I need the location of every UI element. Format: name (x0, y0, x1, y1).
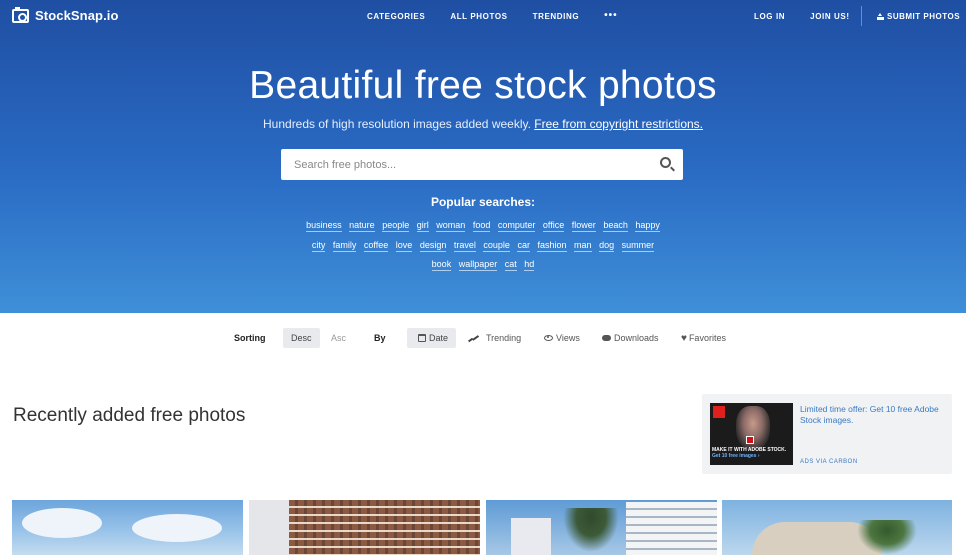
tag-link[interactable]: beach (603, 219, 628, 232)
tag-link[interactable]: business (306, 219, 342, 232)
logo[interactable]: StockSnap.io (12, 6, 119, 23)
photo-building (289, 500, 480, 555)
tag-link[interactable]: girl (416, 219, 429, 232)
login-link[interactable]: LOG IN (754, 12, 785, 21)
top-nav: StockSnap.io CATEGORIES ALL PHOTOS TREND… (0, 0, 966, 32)
tag-link[interactable]: computer (497, 219, 536, 232)
sort-date-label: Date (429, 333, 449, 343)
tag-link[interactable]: food (472, 219, 491, 232)
more-menu-icon[interactable]: ••• (604, 11, 618, 21)
tag-link[interactable]: office (542, 219, 565, 232)
photo-palm (857, 520, 917, 555)
sort-bar: Sorting Desc Asc By Date Trending Views … (0, 328, 966, 348)
nav-categories[interactable]: CATEGORIES (367, 12, 425, 21)
search-input[interactable] (281, 158, 641, 171)
tag-link[interactable]: cat (504, 258, 517, 271)
sort-views-button[interactable]: Views (544, 328, 580, 348)
hero: StockSnap.io CATEGORIES ALL PHOTOS TREND… (0, 0, 966, 313)
ad-copy-link[interactable]: Limited time offer: Get 10 free Adobe St… (800, 404, 940, 426)
nav-trending[interactable]: TRENDING (533, 12, 580, 21)
account-nav: LOG IN JOIN US! (754, 12, 850, 21)
tag-link[interactable]: woman (436, 219, 466, 232)
photo-thumbnail[interactable] (12, 500, 243, 555)
heart-icon: ♥ (681, 333, 687, 344)
eye-icon (544, 334, 553, 341)
tag-link[interactable]: travel (453, 239, 476, 252)
tag-link[interactable]: fashion (537, 239, 567, 252)
tag-link[interactable]: happy (635, 219, 660, 232)
upload-icon (877, 13, 884, 20)
sort-favorites-label: Favorites (688, 333, 726, 343)
ads-via-carbon-link[interactable]: ADS VIA CARBON (800, 459, 858, 465)
sorting-label: Sorting (234, 333, 266, 343)
submit-photos-button[interactable]: SUBMIT PHOTOS (877, 12, 960, 21)
copyright-link[interactable]: Free from copyright restrictions. (534, 117, 703, 131)
search-icon[interactable] (660, 157, 671, 168)
tag-link[interactable]: nature (349, 219, 375, 232)
ad-image[interactable]: MAKE IT WITH ADOBE STOCK. Get 10 free im… (710, 403, 793, 465)
photo-building (626, 502, 717, 555)
sort-downloads-label: Downloads (614, 333, 659, 343)
photo-thumbnail[interactable] (486, 500, 717, 555)
ad-image-cta: Get 10 free images › (712, 453, 760, 459)
tag-link[interactable]: couple (483, 239, 510, 252)
ad-badge-icon (746, 436, 754, 444)
trending-icon (468, 335, 479, 342)
carbon-ad[interactable]: MAKE IT WITH ADOBE STOCK. Get 10 free im… (702, 394, 952, 474)
section-title: Recently added free photos (13, 405, 246, 426)
camera-icon (12, 6, 29, 23)
tag-link[interactable]: city (311, 239, 326, 252)
tag-link[interactable]: man (574, 239, 592, 252)
by-label: By (374, 333, 386, 343)
ad-image-text: MAKE IT WITH ADOBE STOCK. Get 10 free im… (712, 447, 792, 459)
tag-link[interactable]: design (419, 239, 447, 252)
tag-link[interactable]: summer (621, 239, 655, 252)
sort-desc-button[interactable]: Desc (283, 328, 320, 348)
popular-tags: business nature people girl woman food c… (270, 216, 696, 275)
tag-link[interactable]: book (431, 258, 452, 271)
nav-all-photos[interactable]: ALL PHOTOS (450, 12, 507, 21)
join-link[interactable]: JOIN US! (810, 12, 849, 21)
main-nav: CATEGORIES ALL PHOTOS TRENDING ••• (367, 11, 618, 22)
photo-palm (561, 508, 621, 555)
photo-thumbnail[interactable] (249, 500, 480, 555)
photo-building (511, 518, 551, 555)
tag-link[interactable]: coffee (363, 239, 389, 252)
hero-subtitle: Hundreds of high resolution images added… (0, 117, 966, 131)
sort-trending-label: Trending (486, 333, 522, 343)
sort-date-button[interactable]: Date (407, 328, 457, 348)
sort-asc-button[interactable]: Asc (331, 328, 346, 348)
photo-cloud (132, 514, 222, 542)
submit-photos-label: SUBMIT PHOTOS (887, 12, 961, 21)
hero-subtitle-text: Hundreds of high resolution images added… (263, 117, 531, 131)
tag-link[interactable]: love (395, 239, 413, 252)
photo-cloud (22, 508, 102, 538)
tag-link[interactable]: flower (571, 219, 596, 232)
tag-link[interactable]: dog (599, 239, 615, 252)
sort-trending-button[interactable]: Trending (468, 328, 521, 348)
calendar-icon (418, 333, 426, 342)
popular-searches-label: Popular searches: (430, 195, 536, 209)
photo-thumbnail[interactable] (722, 500, 952, 555)
tag-link[interactable]: family (332, 239, 357, 252)
search-bar (281, 149, 683, 180)
hero-title: Beautiful free stock photos (249, 64, 717, 107)
tag-link[interactable]: car (517, 239, 530, 252)
sort-downloads-button[interactable]: Downloads (602, 328, 659, 348)
adobe-logo-icon (713, 406, 725, 418)
nav-divider (861, 6, 862, 26)
photo-sky (249, 500, 289, 555)
sort-favorites-button[interactable]: ♥ Favorites (681, 328, 726, 348)
tag-link[interactable]: wallpaper (458, 258, 498, 271)
tag-link[interactable]: people (382, 219, 410, 232)
tag-link[interactable]: hd (524, 258, 535, 271)
logo-text: StockSnap.io (35, 8, 119, 23)
cloud-download-icon (602, 335, 611, 342)
sort-views-label: Views (556, 333, 580, 343)
